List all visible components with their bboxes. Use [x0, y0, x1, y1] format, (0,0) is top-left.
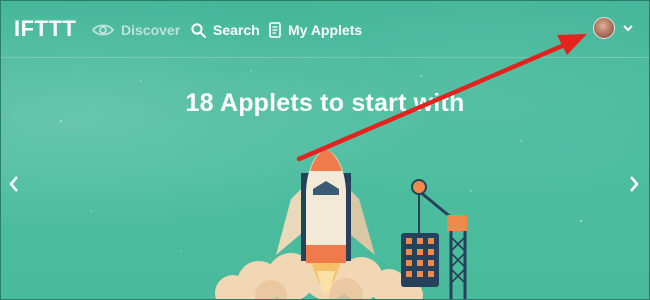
hero-illustration [60, 34, 587, 299]
launch-crane [401, 179, 467, 299]
annotation-arrow [296, 34, 587, 162]
